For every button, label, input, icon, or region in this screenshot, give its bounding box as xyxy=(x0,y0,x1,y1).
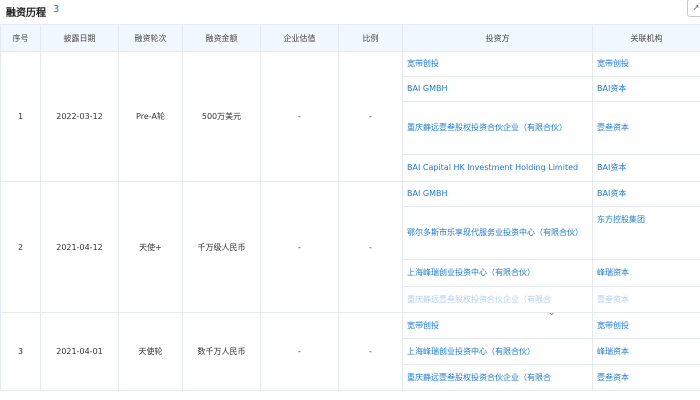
section-header: 融资历程 3 ↗ xyxy=(0,0,700,22)
section-title: 融资历程 xyxy=(6,8,46,19)
cell-round: 天使+ xyxy=(118,181,183,313)
col-header-org[interactable]: 关联机构 xyxy=(592,24,700,52)
investor-link[interactable]: 鄂尔多斯市乐享现代服务业投资中心（有限合伙） xyxy=(402,206,593,260)
org-link[interactable]: 峰瑞资本 xyxy=(592,259,700,287)
org-link[interactable]: 壹叁资本 xyxy=(592,286,700,313)
investor-link[interactable]: BAI GMBH xyxy=(402,76,593,102)
cell-amount: 500万美元 xyxy=(182,51,261,182)
org-link[interactable]: 壹叁资本 xyxy=(592,101,700,155)
col-header-date[interactable]: 披露日期 xyxy=(40,24,119,52)
cell-index: 1 xyxy=(0,51,41,182)
cell-round: 天使轮 xyxy=(118,312,183,391)
cell-amount: 千万级人民币 xyxy=(182,181,261,313)
investor-link[interactable]: BAI Capital HK Investment Holding Limite… xyxy=(402,154,593,182)
cell-valuation: - xyxy=(260,181,339,313)
investor-link[interactable]: 上海峰瑞创业投资中心（有限合伙） xyxy=(402,338,593,365)
cell-date: 2022-03-12 xyxy=(40,51,119,182)
cell-ratio: - xyxy=(338,181,403,313)
org-link[interactable]: BAI资本 xyxy=(592,181,700,207)
financing-table: 序号 披露日期 融资轮次 融资金额 企业估值 比例 投资方 关联机构 1 202… xyxy=(0,24,700,391)
table-row: 2 2021-04-12 天使+ 千万级人民币 - - BAI GMBH BAI… xyxy=(0,181,700,313)
investor-link[interactable]: 重庆静远壹叁股权投资合伙企业（有限合 xyxy=(402,286,593,313)
org-link[interactable]: BAI资本 xyxy=(592,154,700,182)
col-header-amount[interactable]: 融资金额 xyxy=(182,24,261,52)
org-link[interactable]: 宽带创投 xyxy=(592,51,700,77)
cell-index: 2 xyxy=(0,181,41,313)
expand-chevron-icon[interactable]: ⌄ xyxy=(548,308,556,318)
org-link[interactable]: 峰瑞资本 xyxy=(592,338,700,365)
col-header-valuation[interactable]: 企业估值 xyxy=(260,24,339,52)
org-link[interactable]: BAI资本 xyxy=(592,76,700,102)
cell-ratio: - xyxy=(338,51,403,182)
corner-icon[interactable]: ↗ xyxy=(687,0,700,17)
col-header-investor[interactable]: 投资方 xyxy=(402,24,593,52)
org-link[interactable]: 宽带创投 xyxy=(592,312,700,339)
investor-link[interactable]: 宽带创投 xyxy=(402,312,593,339)
investor-link[interactable]: 上海峰瑞创业投资中心（有限合伙） xyxy=(402,259,593,287)
org-link[interactable]: 东方控股集团 xyxy=(592,206,700,260)
cell-date: 2021-04-12 xyxy=(40,181,119,313)
cell-valuation: - xyxy=(260,51,339,182)
investor-link[interactable]: 宽带创投 xyxy=(402,51,593,77)
table-header-row: 序号 披露日期 融资轮次 融资金额 企业估值 比例 投资方 关联机构 xyxy=(0,24,700,52)
cell-index: 3 xyxy=(0,312,41,391)
table-row: 1 2022-03-12 Pre-A轮 500万美元 - - 宽带创投 宽带创投 xyxy=(0,51,700,182)
cell-valuation: - xyxy=(260,312,339,391)
cell-round: Pre-A轮 xyxy=(118,51,183,182)
cell-amount: 数千万人民币 xyxy=(182,312,261,391)
col-header-index[interactable]: 序号 xyxy=(0,24,41,52)
investor-link[interactable]: 重庆静远壹叁股权投资合伙企业（有限合伙） xyxy=(402,101,593,155)
col-header-round[interactable]: 融资轮次 xyxy=(118,24,183,52)
record-count: 3 xyxy=(53,4,60,15)
table-row: 3 2021-04-01 天使轮 数千万人民币 - - 宽带创投 宽带创投 xyxy=(0,312,700,391)
cell-date: 2021-04-01 xyxy=(40,312,119,391)
col-header-ratio[interactable]: 比例 xyxy=(338,24,403,52)
investor-link[interactable]: 重庆静远壹叁股权投资合伙企业（有限合 xyxy=(402,364,593,391)
investor-link[interactable]: BAI GMBH xyxy=(402,181,593,207)
org-link[interactable]: 壹叁资本 xyxy=(592,364,700,391)
cell-ratio: - xyxy=(338,312,403,391)
